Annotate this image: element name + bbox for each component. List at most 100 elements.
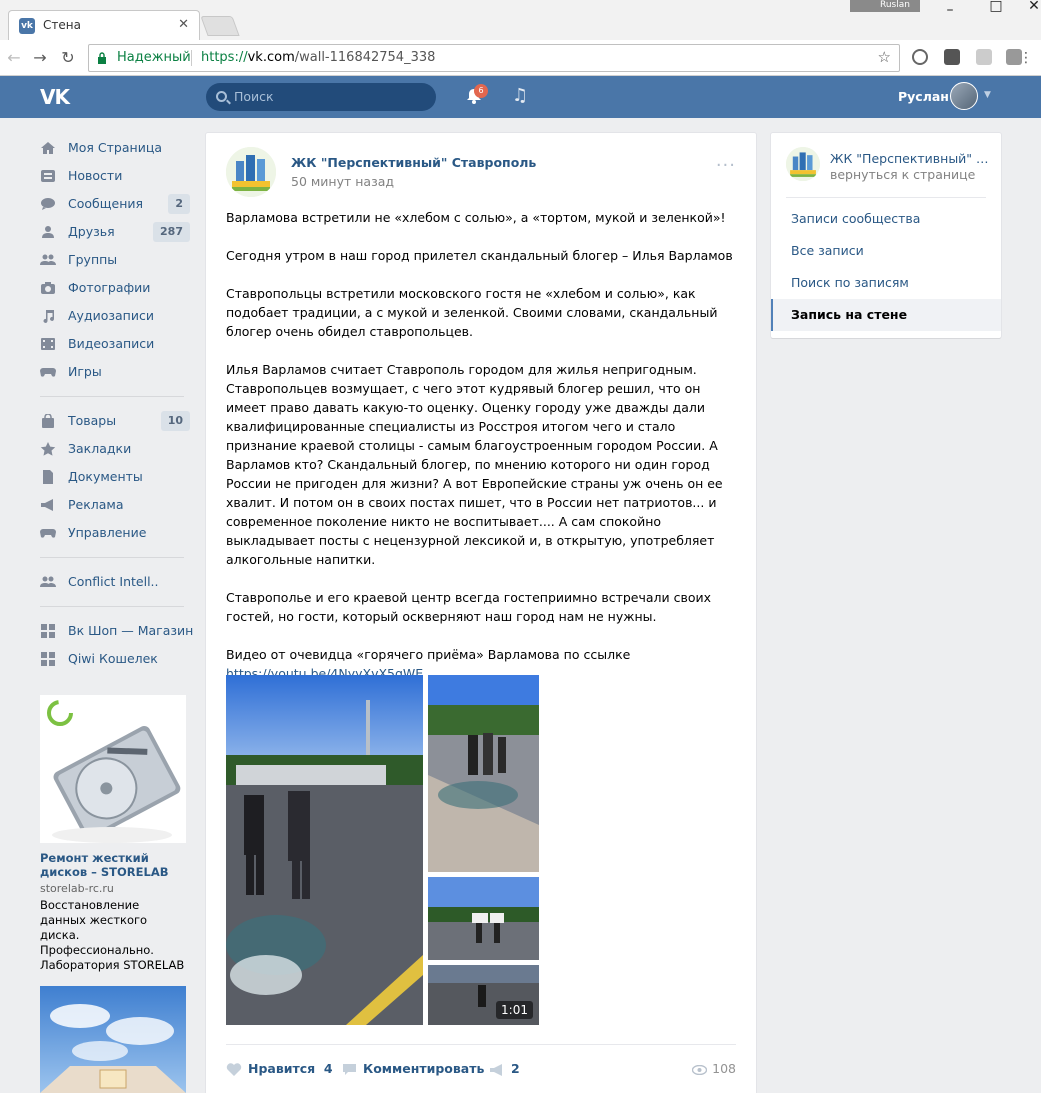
post-paragraph: Ставрополье и его краевой центр всегда г… (226, 590, 712, 624)
vk-logo[interactable]: VK (40, 85, 70, 109)
post-photo-2[interactable] (428, 675, 539, 872)
minimize-icon[interactable]: – (940, 2, 960, 18)
groups-icon (40, 254, 56, 265)
sidebar-item-badge: 2 (168, 194, 190, 214)
sidebar-item[interactable]: Conflict Intell.. (40, 568, 190, 596)
browser-profile-chip[interactable]: Ruslan (850, 0, 920, 12)
sidebar-item[interactable]: Вк Шоп — Магазин (40, 617, 194, 645)
app-icon (41, 624, 55, 638)
browser-toolbar: ← → ↻ Надежный https://vk.com/wall-11684… (0, 40, 1041, 76)
sidebar-item[interactable]: Закладки (40, 435, 190, 463)
reload-icon[interactable]: ↻ (58, 48, 78, 67)
photo-group-scene (428, 675, 539, 872)
right-menu-item[interactable]: Поиск по записям (771, 267, 1001, 299)
eye-icon (691, 1064, 708, 1075)
extension-feather-icon[interactable] (976, 49, 992, 65)
new-tab-button[interactable] (200, 16, 240, 36)
url-host: vk.com (247, 50, 295, 65)
sidebar-item-label: Вк Шоп — Магазин (68, 623, 194, 638)
post-photo-1[interactable] (226, 675, 423, 1025)
sidebar-item[interactable]: Товары 10 (40, 407, 190, 435)
sidebar-item-badge: 10 (160, 411, 190, 431)
sidebar-ad[interactable]: Ремонт жесткий дисков – STORELAB storela… (40, 695, 186, 973)
like-label: Нравится (248, 1061, 316, 1076)
sidebar-item[interactable]: Группы (40, 246, 190, 274)
sidebar-item[interactable]: Новости (40, 162, 190, 190)
comment-icon (343, 1064, 356, 1075)
like-count: 4 (323, 1061, 333, 1076)
sidebar-item[interactable]: Сообщения 2 (40, 190, 190, 218)
left-sidebar: Моя Страница Новости Сообщения 2 Друзья 287 Гр… (40, 134, 194, 673)
ad-title[interactable]: Ремонт жесткий дисков – STORELAB (40, 851, 186, 879)
tab-close-icon[interactable]: ✕ (178, 17, 189, 32)
right-menu-item[interactable]: Записи сообщества (771, 203, 1001, 235)
community-avatar-small[interactable] (786, 147, 820, 181)
post-paragraph: Ставропольцы встретили московского гостя… (226, 286, 718, 339)
sidebar-item[interactable]: Управление (40, 519, 190, 547)
share-button[interactable]: 2 (489, 1061, 520, 1077)
like-button[interactable]: Нравится 4 (226, 1061, 333, 1077)
bookmark-star-icon[interactable]: ☆ (878, 48, 891, 66)
post-time[interactable]: 50 минут назад (291, 174, 394, 189)
browser-tab[interactable]: vk Стена ✕ (8, 10, 200, 40)
ad-image-hdd[interactable] (40, 695, 186, 843)
vk-favicon-icon: vk (19, 18, 35, 34)
search-input[interactable]: Поиск (206, 83, 436, 111)
sidebar-ad-2[interactable] (40, 986, 186, 1093)
right-menu-item[interactable]: Все записи (771, 235, 1001, 267)
wall-post: ЖК "Перспективный" Ставрополь 50 минут н… (206, 133, 756, 1093)
sidebar-item[interactable]: Игры (40, 358, 190, 386)
secure-label: Надежный (117, 50, 191, 65)
sidebar-item-label: Группы (68, 252, 118, 267)
nav-divider (40, 606, 184, 607)
pocket-icon[interactable] (944, 49, 960, 65)
url-scheme: https:// (201, 50, 248, 65)
ad-domain[interactable]: storelab-rc.ru (40, 882, 186, 895)
sidebar-item-badge: 287 (153, 222, 190, 242)
music-icon[interactable]: ♫ (512, 85, 528, 106)
right-menu-item[interactable]: Запись на стене (771, 299, 1001, 331)
post-paragraph: Сегодня утром в наш город прилетел сканд… (226, 248, 733, 263)
community-name[interactable]: ЖК "Перспективный" Ставрополь (830, 151, 990, 166)
maximize-icon[interactable]: □ (986, 0, 1006, 14)
sidebar-item[interactable]: Видеозаписи (40, 330, 190, 358)
star-icon (40, 442, 56, 456)
nav-divider (40, 396, 184, 397)
forward-icon[interactable]: → (30, 48, 50, 67)
back-to-page-link[interactable]: вернуться к странице (830, 167, 975, 182)
sidebar-item[interactable]: Моя Страница (40, 134, 190, 162)
header-avatar[interactable] (950, 82, 978, 110)
header-user-name[interactable]: Руслан (898, 89, 949, 104)
share-count: 2 (511, 1061, 520, 1076)
sidebar-item[interactable]: Фотографии (40, 274, 190, 302)
search-icon (216, 91, 227, 102)
community-avatar[interactable] (226, 147, 276, 197)
post-photo-3[interactable] (428, 877, 539, 960)
chevron-down-icon[interactable]: ▼ (984, 90, 991, 100)
sidebar-item[interactable]: Друзья 287 (40, 218, 190, 246)
sidebar-item-label: Моя Страница (68, 140, 162, 155)
ad-text: Восстановление данных жесткого диска. Пр… (40, 898, 185, 972)
browser-menu-icon[interactable]: ⋮ (1016, 50, 1036, 66)
sidebar-item[interactable]: Документы (40, 463, 190, 491)
gamepad-icon (40, 368, 56, 377)
comment-button[interactable]: Комментировать (342, 1061, 484, 1076)
sidebar-item[interactable]: Qiwi Кошелек (40, 645, 190, 673)
extension-icon[interactable] (912, 49, 928, 65)
more-options-icon[interactable]: ··· (716, 155, 736, 176)
post-author[interactable]: ЖК "Перспективный" Ставрополь (291, 155, 536, 170)
sidebar-item-label: Товары (68, 413, 117, 428)
sidebar-item[interactable]: Реклама (40, 491, 190, 519)
community-logo-icon (786, 147, 820, 181)
ad-image-ceiling[interactable] (40, 986, 186, 1093)
sidebar-item[interactable]: Аудиозаписи (40, 302, 190, 330)
url-text[interactable]: https://vk.com/wall-116842754_338 (201, 50, 435, 65)
lock-icon (98, 52, 106, 64)
bag-icon (42, 414, 54, 428)
close-window-icon[interactable]: ✕ (1024, 0, 1041, 14)
sidebar-item-label: Сообщения (68, 196, 144, 211)
address-bar[interactable]: Надежный https://vk.com/wall-116842754_3… (88, 44, 900, 72)
back-icon[interactable]: ← (4, 48, 24, 67)
community-logo-icon (226, 147, 276, 197)
post-video-thumb[interactable]: 1:01 (428, 965, 539, 1025)
